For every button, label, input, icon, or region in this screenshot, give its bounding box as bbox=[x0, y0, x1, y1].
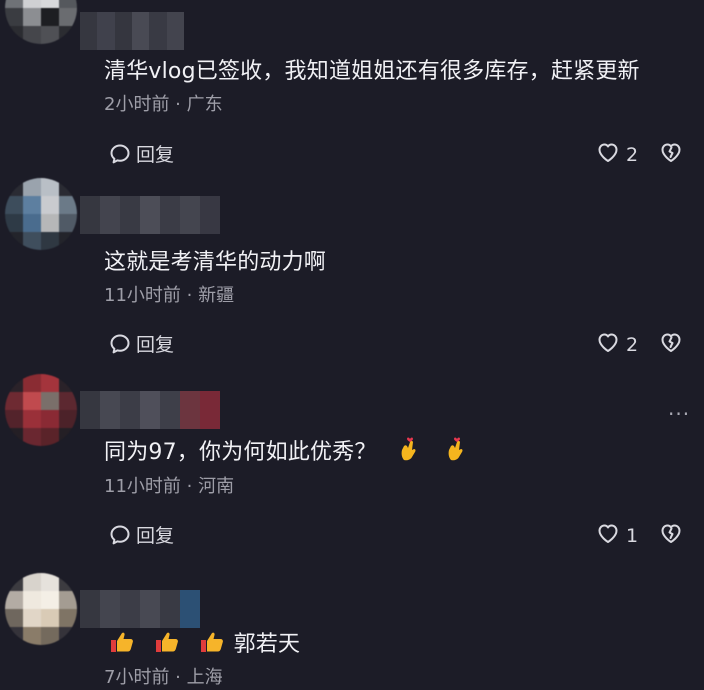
username-redacted[interactable] bbox=[80, 590, 200, 628]
comment-text-body: 郭若天 bbox=[233, 632, 301, 657]
comment-item: 郭若天 7小时前 · 上海 bbox=[0, 0, 704, 690]
thumbs-up-emoji bbox=[108, 630, 136, 660]
comment-text: 郭若天 bbox=[108, 626, 300, 660]
avatar[interactable] bbox=[5, 573, 77, 645]
thumbs-up-emoji bbox=[153, 630, 181, 660]
comment-meta: 7小时前 · 上海 bbox=[104, 667, 223, 688]
thumbs-up-emoji bbox=[198, 630, 226, 660]
